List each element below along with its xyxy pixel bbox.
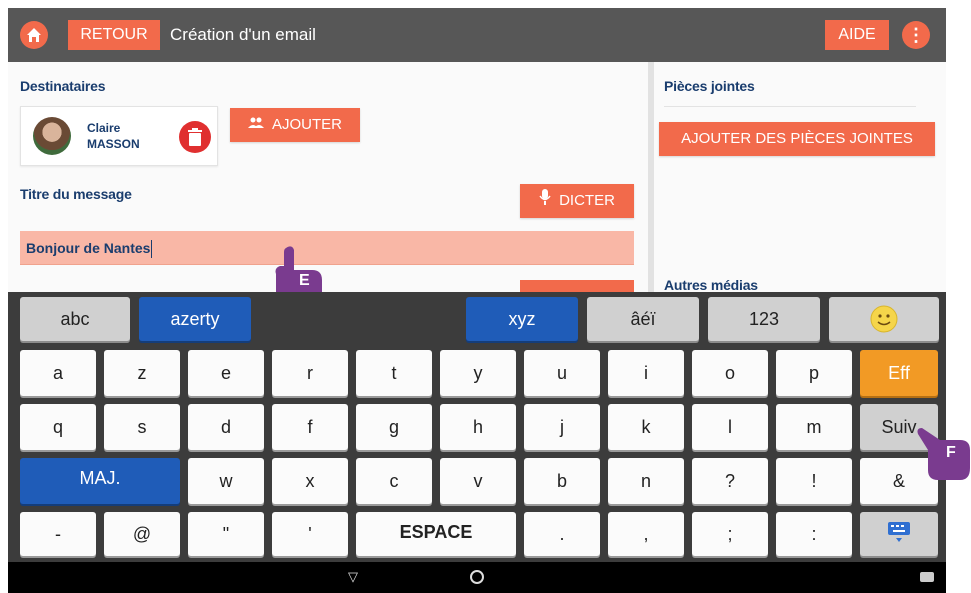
key-abc[interactable]: abc (20, 297, 130, 341)
key-z[interactable]: z (104, 350, 180, 396)
keyboard-icon[interactable] (920, 572, 934, 582)
key-g[interactable]: g (356, 404, 432, 450)
key-accents[interactable]: âéï (587, 297, 699, 341)
key-apostrophe[interactable]: ' (272, 512, 348, 556)
key-hide-keyboard[interactable] (860, 512, 938, 556)
key-b[interactable]: b (524, 458, 600, 504)
key-r[interactable]: r (272, 350, 348, 396)
key-x[interactable]: x (272, 458, 348, 504)
message-title-label: Titre du message (20, 186, 132, 202)
key-hyphen[interactable]: - (20, 512, 96, 556)
page-title: Création d'un email (170, 25, 316, 44)
key-comma[interactable]: , (608, 512, 684, 556)
key-j[interactable]: j (524, 404, 600, 450)
key-s[interactable]: s (104, 404, 180, 450)
key-v[interactable]: v (440, 458, 516, 504)
key-e[interactable]: e (188, 350, 264, 396)
key-m[interactable]: m (776, 404, 852, 450)
key-h[interactable]: h (440, 404, 516, 450)
people-icon (247, 108, 264, 142)
nav-home-icon[interactable] (470, 570, 484, 584)
more-vertical-icon: ⋮ (907, 25, 925, 45)
email-form: Destinataires Claire MASSON AJOUTER Titr… (8, 62, 946, 293)
key-u[interactable]: u (524, 350, 600, 396)
key-question[interactable]: ? (692, 458, 768, 504)
key-123[interactable]: 123 (708, 297, 820, 341)
key-y[interactable]: y (440, 350, 516, 396)
back-button[interactable]: RETOUR (68, 20, 160, 50)
avatar (33, 117, 71, 155)
add-recipient-label: AJOUTER (271, 116, 342, 133)
key-space[interactable]: ESPACE (356, 512, 516, 556)
column-divider (648, 62, 654, 292)
key-i[interactable]: i (608, 350, 684, 396)
key-azerty[interactable]: azerty (139, 297, 251, 341)
key-c[interactable]: c (356, 458, 432, 504)
text-cursor (151, 240, 153, 259)
virtual-keyboard: abc azerty xyz âéï 123 a z e r t y u i o… (8, 292, 946, 562)
dictate-label: DICTER (559, 192, 615, 209)
message-title-value: Bonjour de Nantes (26, 240, 151, 256)
more-menu-button[interactable]: ⋮ (902, 21, 930, 49)
home-button[interactable] (20, 21, 48, 49)
recipient-card[interactable]: Claire MASSON (20, 106, 218, 166)
dictate-button[interactable]: DICTER (520, 184, 634, 218)
trash-icon (188, 128, 202, 146)
key-backspace[interactable]: Eff (860, 350, 938, 396)
key-emoji[interactable] (829, 297, 939, 341)
nav-back-icon[interactable]: ▽ (348, 569, 358, 585)
contact-last-name: MASSON (87, 137, 140, 151)
remove-recipient-button[interactable] (179, 121, 211, 153)
key-a[interactable]: a (20, 350, 96, 396)
message-title-input[interactable]: Bonjour de Nantes (20, 231, 634, 265)
key-l[interactable]: l (692, 404, 768, 450)
add-attachments-button[interactable]: AJOUTER DES PIÈCES JOINTES (659, 122, 935, 156)
key-n[interactable]: n (608, 458, 684, 504)
add-recipient-button[interactable]: AJOUTER (230, 108, 360, 142)
key-exclamation[interactable]: ! (776, 458, 852, 504)
key-double-quote[interactable]: " (188, 512, 264, 556)
key-at[interactable]: @ (104, 512, 180, 556)
key-f[interactable]: f (272, 404, 348, 450)
key-t[interactable]: t (356, 350, 432, 396)
key-colon[interactable]: : (776, 512, 852, 556)
marker-f-label: F (946, 444, 956, 461)
pointing-hand-icon (917, 428, 970, 480)
key-q[interactable]: q (20, 404, 96, 450)
keyboard-hide-icon (888, 522, 910, 542)
contact-first-name: Claire (87, 121, 121, 135)
attachments-divider (664, 106, 916, 107)
other-media-label: Autres médias (664, 277, 758, 293)
partial-button[interactable] (520, 280, 634, 292)
smiley-icon (870, 305, 898, 333)
marker-e-label: E (299, 272, 310, 289)
key-xyz[interactable]: xyz (466, 297, 578, 341)
key-p[interactable]: p (776, 350, 852, 396)
key-period[interactable]: . (524, 512, 600, 556)
system-nav-bar: ▽ (8, 562, 946, 593)
recipients-label: Destinataires (20, 78, 106, 94)
microphone-icon (539, 184, 551, 218)
home-icon (27, 28, 41, 42)
key-k[interactable]: k (608, 404, 684, 450)
attachments-label: Pièces jointes (664, 78, 755, 94)
key-shift[interactable]: MAJ. (20, 458, 180, 504)
help-button[interactable]: AIDE (825, 20, 889, 50)
hand-marker-f: F (916, 424, 971, 482)
key-o[interactable]: o (692, 350, 768, 396)
key-w[interactable]: w (188, 458, 264, 504)
key-d[interactable]: d (188, 404, 264, 450)
app-header: RETOUR Création d'un email AIDE ⋮ (8, 8, 946, 62)
key-semicolon[interactable]: ; (692, 512, 768, 556)
